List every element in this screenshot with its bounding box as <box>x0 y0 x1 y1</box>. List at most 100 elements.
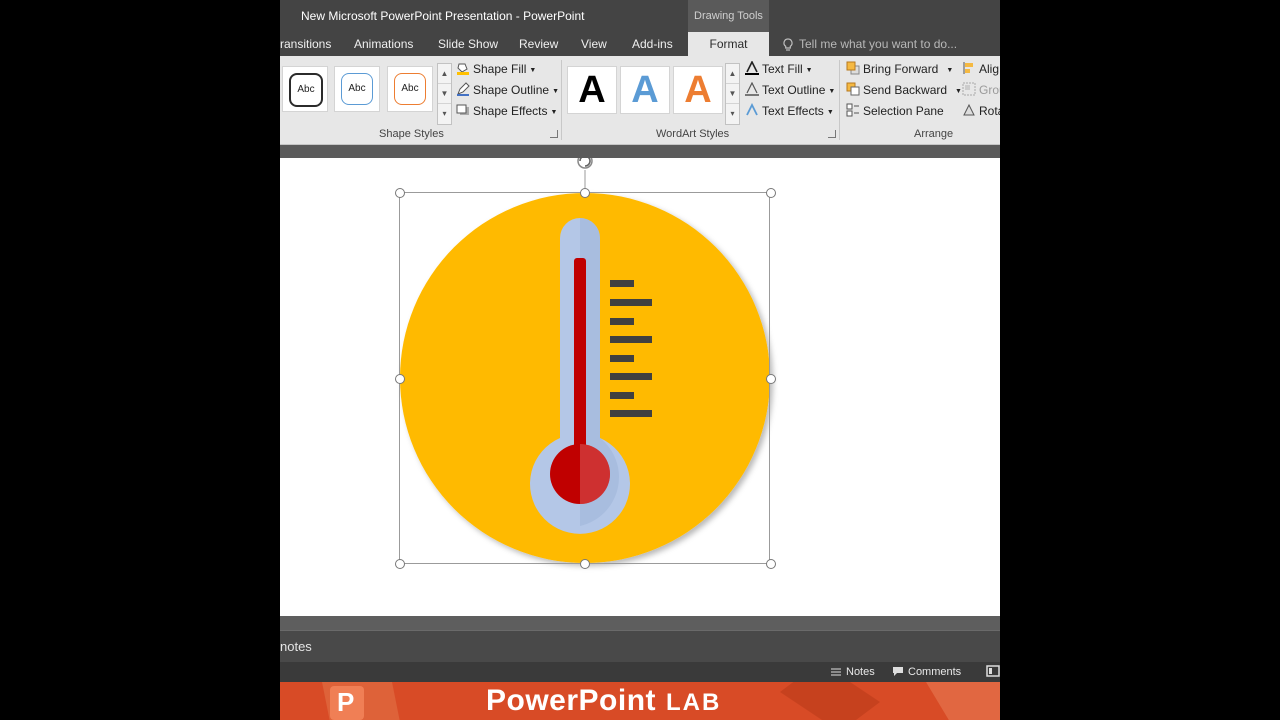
wordart-styles-group-label: WordArt Styles <box>656 128 730 140</box>
drawing-tools-label: Drawing Tools <box>688 0 769 32</box>
gallery-more-button[interactable]: ▾ <box>726 104 739 123</box>
text-fill-button[interactable]: Text Fill ▼ <box>745 59 813 79</box>
tab-transitions[interactable]: ransitions <box>280 32 331 56</box>
ribbon: Abc Abc Abc ▲ ▼ ▾ Shape Fill ▼ Shape Outl… <box>280 56 1000 145</box>
text-fill-label: Text Fill <box>762 62 803 76</box>
tell-me-placeholder: Tell me what you want to do... <box>799 37 958 51</box>
gallery-more-button[interactable]: ▾ <box>438 104 451 123</box>
text-fill-icon <box>745 61 759 75</box>
tab-animations[interactable]: Animations <box>354 32 413 56</box>
rotate-handle-icon <box>577 158 593 169</box>
wordart-gallery-scroll: ▲ ▼ ▾ <box>725 63 740 125</box>
wordart-styles-dialog-launcher[interactable] <box>828 130 836 138</box>
lightbulb-icon <box>783 38 793 51</box>
notes-status-label: Notes <box>846 666 875 678</box>
group-divider <box>561 60 562 140</box>
align-label: Alig <box>979 62 1000 76</box>
gallery-up-button[interactable]: ▲ <box>438 64 451 84</box>
wordart-thumb-2[interactable]: A <box>620 66 670 114</box>
ribbon-tabs: ransitions Animations Slide Show Review … <box>280 32 1000 56</box>
selection-bounding-box <box>399 192 770 564</box>
wordart-thumb-3[interactable]: A <box>673 66 723 114</box>
group-button[interactable]: Grou <box>962 80 1000 100</box>
send-backward-label: Send Backward <box>863 83 948 97</box>
banner-lab-text: LAB <box>666 689 722 716</box>
shape-styles-group-label: Shape Styles <box>379 128 444 140</box>
shape-fill-button[interactable]: Shape Fill ▼ <box>456 59 536 79</box>
resize-handle-top-left[interactable] <box>395 188 405 198</box>
notes-pane[interactable]: notes <box>280 630 1000 663</box>
window-title: New Microsoft PowerPoint Presentation - … <box>301 9 585 23</box>
bring-forward-button[interactable]: Bring Forward ▼ <box>846 59 953 79</box>
resize-handle-bottom-left[interactable] <box>395 559 405 569</box>
comment-icon <box>893 667 903 676</box>
powerpoint-logo-icon: P <box>330 686 364 720</box>
shape-style-preview: Abc <box>341 73 373 105</box>
shape-style-thumb-1[interactable]: Abc <box>282 66 328 112</box>
rotate-button[interactable]: Rota <box>962 101 1000 121</box>
canvas-top-gap <box>280 145 1000 158</box>
shape-effects-button[interactable]: Shape Effects ▼ <box>456 101 557 121</box>
text-effects-label: Text Effects <box>762 104 824 118</box>
send-backward-icon <box>846 82 860 96</box>
shape-style-preview: Abc <box>394 73 426 105</box>
rotate-icon <box>963 103 975 116</box>
comments-label: Comments <box>908 666 962 678</box>
tab-format[interactable]: Format <box>688 32 769 56</box>
selection-pane-button[interactable]: Selection Pane <box>846 101 944 121</box>
resize-handle-top-right[interactable] <box>766 188 776 198</box>
banner-title: PowerPoint LAB <box>486 682 721 720</box>
bring-forward-label: Bring Forward <box>863 62 939 76</box>
shape-outline-button[interactable]: Shape Outline ▼ <box>456 80 559 100</box>
align-button[interactable]: Alig <box>962 59 999 79</box>
resize-handle-bottom-right[interactable] <box>766 559 776 569</box>
normal-view-button[interactable] <box>986 662 1000 682</box>
powerpoint-window: New Microsoft PowerPoint Presentation - … <box>280 0 1000 720</box>
banner-title-text: PowerPoint <box>486 684 657 717</box>
resize-handle-right[interactable] <box>766 374 776 384</box>
tab-review[interactable]: Review <box>519 32 558 56</box>
brand-banner: P PowerPoint LAB <box>280 682 1000 720</box>
gallery-up-button[interactable]: ▲ <box>726 64 739 84</box>
resize-handle-top[interactable] <box>580 188 590 198</box>
shape-fill-label: Shape Fill <box>473 62 527 76</box>
shape-effects-icon <box>456 104 469 115</box>
shape-styles-gallery-scroll: ▲ ▼ ▾ <box>437 63 452 125</box>
group-label: Grou <box>979 83 1000 97</box>
send-backward-button[interactable]: Send Backward ▼ <box>846 80 962 100</box>
shape-style-thumb-3[interactable]: Abc <box>387 66 433 112</box>
rotate-label: Rota <box>979 104 1000 118</box>
selection-pane-label: Selection Pane <box>863 104 944 118</box>
comments-button[interactable]: Comments <box>892 662 961 682</box>
shape-style-thumb-2[interactable]: Abc <box>334 66 380 112</box>
resize-handle-left[interactable] <box>395 374 405 384</box>
resize-handle-bottom[interactable] <box>580 559 590 569</box>
wordart-thumb-1[interactable]: A <box>567 66 617 114</box>
gallery-down-button[interactable]: ▼ <box>726 84 739 104</box>
slide-canvas[interactable] <box>280 158 1000 616</box>
selection-pane-icon <box>846 103 859 117</box>
text-outline-icon <box>745 82 759 96</box>
tab-view[interactable]: View <box>581 32 607 56</box>
notes-toggle-button[interactable]: Notes <box>830 662 875 682</box>
align-icon <box>963 62 973 74</box>
normal-view-icon <box>986 665 1000 677</box>
text-effects-button[interactable]: Text Effects ▼ <box>745 101 834 121</box>
group-icon <box>962 82 976 96</box>
text-outline-button[interactable]: Text Outline ▼ <box>745 80 835 100</box>
pencil-icon <box>457 82 470 96</box>
title-bar: New Microsoft PowerPoint Presentation - … <box>280 0 1000 32</box>
notes-icon <box>831 668 841 676</box>
paint-bucket-icon <box>457 63 469 75</box>
text-effects-icon <box>746 103 758 116</box>
bring-forward-icon <box>846 61 860 75</box>
gallery-down-button[interactable]: ▼ <box>438 84 451 104</box>
shape-style-preview: Abc <box>289 73 323 107</box>
canvas-bottom-gap <box>280 616 1000 630</box>
notes-placeholder: notes <box>280 639 312 654</box>
tell-me-box[interactable]: Tell me what you want to do... <box>782 32 957 56</box>
tab-slide-show[interactable]: Slide Show <box>438 32 498 56</box>
shape-styles-dialog-launcher[interactable] <box>550 130 558 138</box>
shape-effects-label: Shape Effects <box>473 104 548 118</box>
tab-add-ins[interactable]: Add-ins <box>632 32 673 56</box>
